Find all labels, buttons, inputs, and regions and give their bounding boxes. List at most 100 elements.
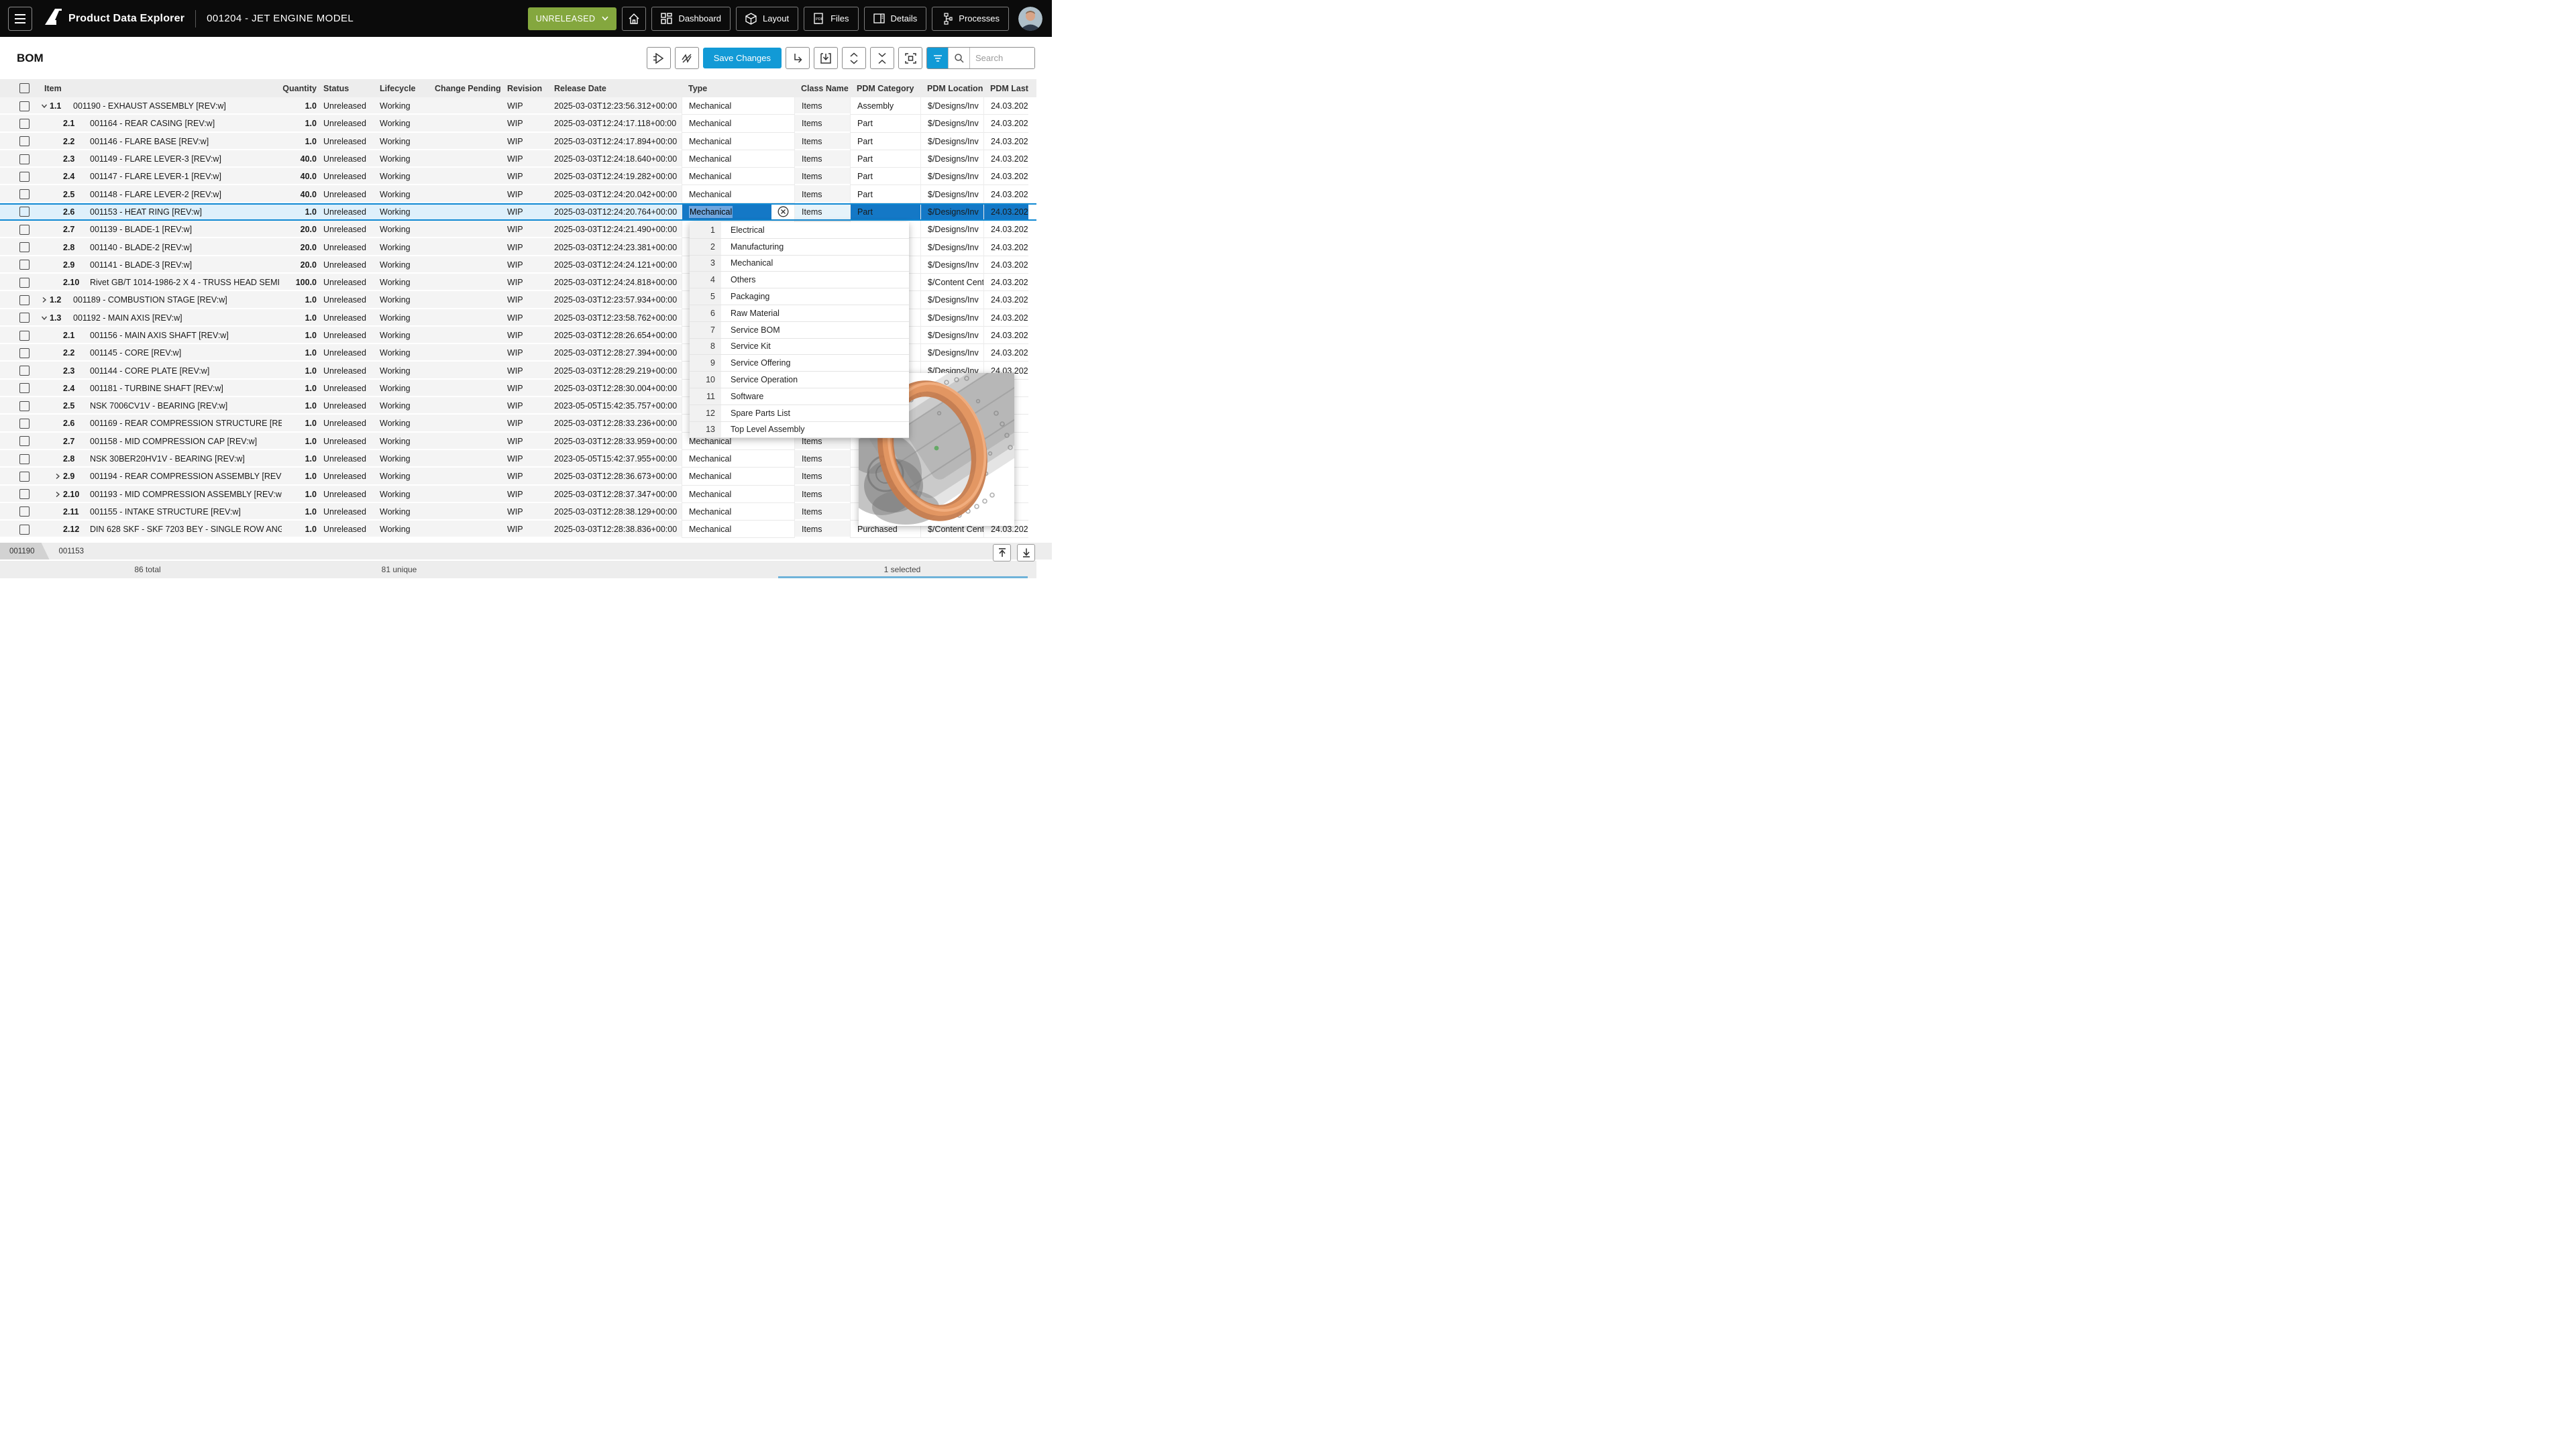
row-checkbox[interactable] [19, 436, 30, 446]
expand-toggle[interactable] [52, 473, 63, 480]
home-button[interactable] [622, 7, 646, 31]
dashboard-button[interactable]: Dashboard [651, 7, 731, 31]
table-row[interactable]: 2.2001146 - FLARE BASE [REV:w]1.0Unrelea… [0, 133, 1036, 150]
row-checkbox[interactable] [19, 525, 30, 535]
processes-button[interactable]: Processes [932, 7, 1009, 31]
item-number: 2.3 [63, 366, 83, 376]
type-option-top-level-assembly[interactable]: 13Top Level Assembly [690, 422, 909, 439]
type-option-service-offering[interactable]: 9Service Offering [690, 355, 909, 372]
process-flow-icon [941, 13, 953, 25]
row-checkbox[interactable] [19, 260, 30, 270]
release-status-dropdown[interactable]: UNRELEASED [528, 7, 617, 30]
column-header-revision[interactable]: Revision [500, 79, 547, 97]
row-checkbox[interactable] [19, 242, 30, 252]
cell-pdm_category: Part [850, 185, 920, 203]
fit-view-button[interactable] [898, 47, 922, 69]
row-checkbox[interactable] [19, 506, 30, 517]
type-option-packaging[interactable]: 5Packaging [690, 288, 909, 305]
search-input[interactable] [970, 48, 1034, 68]
table-row[interactable]: 2.1001164 - REAR CASING [REV:w]1.0Unrele… [0, 115, 1036, 132]
row-checkbox[interactable] [19, 348, 30, 358]
indent-arrow-button[interactable] [786, 47, 810, 69]
table-row[interactable]: 2.4001147 - FLARE LEVER-1 [REV:w]40.0Unr… [0, 168, 1036, 185]
tab-001153[interactable]: 001153 [50, 543, 94, 559]
column-header-pdm_last[interactable]: PDM Last I [983, 79, 1028, 97]
row-checkbox[interactable] [19, 489, 30, 499]
row-checkbox[interactable] [19, 383, 30, 393]
row-checkbox[interactable] [19, 472, 30, 482]
row-checkbox[interactable] [19, 154, 30, 164]
option-label: Spare Parts List [721, 405, 790, 421]
layout-button[interactable]: Layout [736, 7, 798, 31]
type-option-electrical[interactable]: 1Electrical [690, 222, 909, 239]
select-all-checkbox[interactable] [19, 83, 30, 93]
column-header-release_date[interactable]: Release Date [547, 79, 682, 97]
column-header-class_name[interactable]: Class Name [794, 79, 850, 97]
column-header-qty[interactable]: Quantity [282, 79, 317, 97]
expand-toggle[interactable] [39, 297, 50, 303]
row-checkbox[interactable] [19, 366, 30, 376]
cell-change_pending [428, 115, 500, 132]
column-header-change_pending[interactable]: Change Pending [428, 79, 500, 97]
column-header-status[interactable]: Status [317, 79, 373, 97]
option-number: 7 [690, 322, 721, 338]
scroll-to-bottom-button[interactable] [1017, 544, 1035, 561]
column-header-check[interactable] [0, 79, 38, 97]
filter-button[interactable] [927, 48, 948, 68]
row-checkbox[interactable] [19, 295, 30, 305]
collapse-all-button[interactable] [870, 47, 894, 69]
row-checkbox[interactable] [19, 331, 30, 341]
hamburger-menu-button[interactable] [8, 7, 32, 31]
column-header-pdm_category[interactable]: PDM Category [850, 79, 920, 97]
tab-001190[interactable]: 001190 [0, 543, 50, 559]
cell-revision: WIP [500, 185, 547, 203]
item-name: 001164 - REAR CASING [REV:w] [90, 119, 215, 128]
cell-item: 2.6001169 - REAR COMPRESSION STRUCTURE [… [38, 415, 282, 432]
column-header-item[interactable]: Item [38, 79, 282, 97]
type-option-raw-material[interactable]: 6Raw Material [690, 305, 909, 322]
user-avatar[interactable] [1018, 7, 1042, 31]
type-option-software[interactable]: 11Software [690, 388, 909, 405]
table-row[interactable]: 2.6001153 - HEAT RING [REV:w]1.0Unreleas… [0, 203, 1036, 221]
unlink-button[interactable] [675, 47, 699, 69]
scroll-to-top-button[interactable] [993, 544, 1011, 561]
row-checkbox[interactable] [19, 225, 30, 235]
row-checkbox[interactable] [19, 136, 30, 146]
expand-all-button[interactable] [842, 47, 866, 69]
expand-toggle[interactable] [52, 491, 63, 498]
row-checkbox[interactable] [19, 278, 30, 288]
type-option-manufacturing[interactable]: 2Manufacturing [690, 239, 909, 256]
type-option-mechanical[interactable]: 3Mechanical [690, 256, 909, 272]
row-checkbox[interactable] [19, 172, 30, 182]
item-name: 001189 - COMBUSTION STAGE [REV:w] [73, 295, 227, 305]
import-button[interactable] [814, 47, 838, 69]
row-checkbox[interactable] [19, 401, 30, 411]
type-option-service-bom[interactable]: 7Service BOM [690, 322, 909, 339]
row-checkbox[interactable] [19, 313, 30, 323]
column-header-lifecycle[interactable]: Lifecycle [373, 79, 428, 97]
expand-toggle[interactable] [39, 103, 50, 109]
row-checkbox[interactable] [19, 101, 30, 111]
column-header-pdm_location[interactable]: PDM Location [920, 79, 983, 97]
table-row[interactable]: 2.5001148 - FLARE LEVER-2 [REV:w]40.0Unr… [0, 185, 1036, 203]
row-checkbox[interactable] [19, 419, 30, 429]
expand-toggle[interactable] [39, 315, 50, 321]
row-checkbox[interactable] [19, 454, 30, 464]
type-option-others[interactable]: 4Others [690, 272, 909, 288]
row-checkbox[interactable] [19, 207, 30, 217]
search-button[interactable] [948, 48, 970, 68]
table-row[interactable]: 2.3001149 - FLARE LEVER-3 [REV:w]40.0Unr… [0, 150, 1036, 168]
details-button[interactable]: Details [864, 7, 927, 31]
type-option-spare-parts-list[interactable]: 12Spare Parts List [690, 405, 909, 422]
column-header-type[interactable]: Type [682, 79, 794, 97]
table-row[interactable]: 1.1001190 - EXHAUST ASSEMBLY [REV:w]1.0U… [0, 97, 1036, 115]
clear-type-button[interactable] [771, 203, 794, 221]
type-edit-input[interactable]: Mechanical [689, 206, 733, 218]
row-checkbox[interactable] [19, 119, 30, 129]
save-changes-button[interactable]: Save Changes [703, 48, 782, 68]
submit-for-review-button[interactable] [647, 47, 671, 69]
type-option-service-operation[interactable]: 10Service Operation [690, 372, 909, 388]
row-checkbox[interactable] [19, 189, 30, 199]
files-button[interactable]: PDF Files [804, 7, 858, 31]
type-option-service-kit[interactable]: 8Service Kit [690, 339, 909, 356]
